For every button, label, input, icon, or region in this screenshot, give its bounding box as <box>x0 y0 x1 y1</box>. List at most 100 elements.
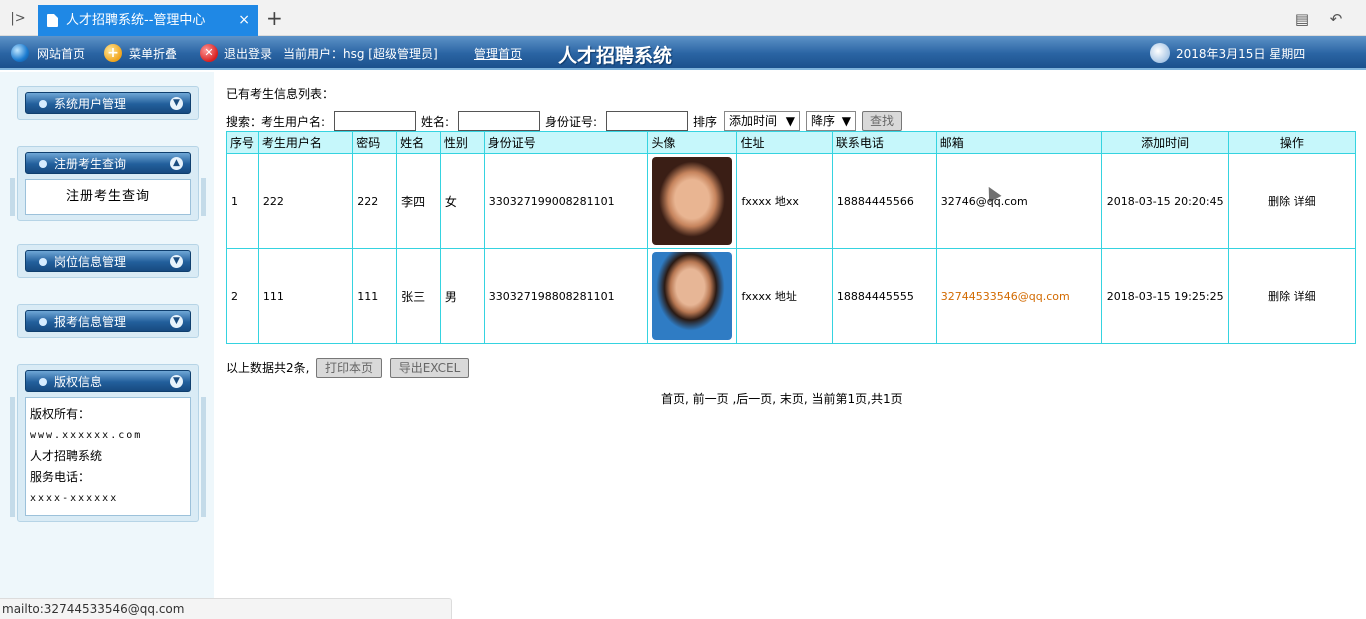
toggle-menu-link[interactable]: 菜单折叠 <box>129 45 177 62</box>
cell-username: 222 <box>257 153 354 249</box>
app-header: 网站首页 + 菜单折叠 ✕ 退出登录 当前用户：hsg [超级管理员] 管理首页… <box>0 36 1366 70</box>
sort-order-select[interactable]: 降序 ▼ <box>806 111 856 131</box>
cell-email[interactable]: 32744533546@qq.com <box>935 248 1103 344</box>
menu-header-positions[interactable]: 岗位信息管理 ▼ <box>25 250 191 272</box>
column-header: 序号 <box>226 131 259 154</box>
menu-header-system-users[interactable]: 系统用户管理 ▼ <box>25 92 191 114</box>
menu-header-label: 注册考生查询 <box>54 157 127 171</box>
dropdown-arrow-icon: ▼ <box>841 114 851 128</box>
browser-status-bar: mailto:32744533546@qq.com <box>0 598 452 619</box>
username-search-input[interactable] <box>334 111 416 131</box>
candidates-table: 序号 考生用户名 密码 姓名 性别 身份证号 头像 住址 联系电话 邮箱 添加时… <box>226 131 1357 344</box>
app-title: 人才招聘系统 <box>558 45 673 67</box>
service-phone-label: 服务电话： <box>30 470 91 484</box>
menu-group-system-users: 系统用户管理 ▼ <box>17 86 199 120</box>
page-icon <box>47 14 58 27</box>
menu-header-label: 系统用户管理 <box>54 97 127 111</box>
cell-actions: 删除 详细 <box>1227 248 1357 344</box>
column-header: 身份证号 <box>483 131 649 154</box>
new-tab-icon[interactable]: + <box>266 8 283 28</box>
cell-gender: 女 <box>439 153 485 249</box>
date-icon <box>1150 43 1170 63</box>
chevron-down-icon: ▼ <box>170 375 183 388</box>
sidebar-toggle-icon[interactable]: |> <box>8 9 28 29</box>
id-label: 身份证号: <box>545 115 598 129</box>
pagination[interactable]: 首页, 前一页 ,后一页, 末页, 当前第1页,共1页 <box>661 390 903 407</box>
copyright-owner-label: 版权所有： <box>30 407 91 421</box>
sidebar-rail <box>10 397 15 517</box>
site-home-link[interactable]: 网站首页 <box>37 45 85 62</box>
cell-password: 111 <box>352 248 398 344</box>
avatar <box>652 252 733 340</box>
menu-header-copyright[interactable]: 版权信息 ▼ <box>25 370 191 392</box>
sort-label: 排序 <box>693 115 718 129</box>
admin-home-link[interactable]: 管理首页 <box>474 45 522 62</box>
sort-field-value: 添加时间 <box>729 114 778 128</box>
menu-group-positions: 岗位信息管理 ▼ <box>17 244 199 278</box>
sort-order-value: 降序 <box>811 114 836 128</box>
id-search-input[interactable] <box>606 111 688 131</box>
column-header: 联系电话 <box>831 131 937 154</box>
cell-email[interactable]: 32746@qq.com <box>935 153 1103 249</box>
name-label: 姓名: <box>421 115 450 129</box>
avatar <box>652 157 733 245</box>
detail-link[interactable]: 详细 <box>1294 195 1316 208</box>
username-label: 考生用户名: <box>261 115 326 129</box>
undo-icon[interactable]: ↶ <box>1326 9 1346 29</box>
column-header: 头像 <box>647 131 738 154</box>
search-button[interactable]: 查找 <box>862 111 902 131</box>
chevron-down-icon: ▼ <box>170 97 183 110</box>
close-icon[interactable]: × <box>238 5 250 36</box>
record-count: 以上数据共2条, <box>226 361 310 375</box>
cell-added-time: 2018-03-15 20:20:45 <box>1101 153 1229 249</box>
cell-name: 张三 <box>396 248 441 344</box>
menu-header-label: 版权信息 <box>54 375 103 389</box>
globe-icon <box>11 44 29 62</box>
column-header: 性别 <box>439 131 485 154</box>
menu-header-applications[interactable]: 报考信息管理 ▼ <box>25 310 191 332</box>
dropdown-arrow-icon: ▼ <box>785 114 795 128</box>
search-label: 搜索： <box>226 115 263 129</box>
cell-avatar <box>647 248 738 344</box>
sidebar-rail <box>201 178 206 216</box>
cell-phone: 18884445555 <box>831 248 937 344</box>
column-header: 操作 <box>1227 131 1357 154</box>
submenu: 注册考生查询 <box>25 179 191 215</box>
extensions-icon[interactable]: ▤ <box>1292 9 1312 29</box>
detail-link[interactable]: 详细 <box>1294 290 1316 303</box>
delete-link[interactable]: 删除 <box>1268 195 1290 208</box>
bullet-icon <box>39 100 47 108</box>
name-search-input[interactable] <box>458 111 540 131</box>
sidebar-rail <box>201 397 206 517</box>
column-header: 添加时间 <box>1101 131 1229 154</box>
sidebar-rail <box>10 178 15 216</box>
copyright-info: 版权所有： www.xxxxxx.com 人才招聘系统 服务电话： xxxx-x… <box>25 397 191 516</box>
cell-no: 1 <box>226 153 259 249</box>
cell-avatar <box>647 153 738 249</box>
cell-name: 李四 <box>396 153 441 249</box>
column-header: 姓名 <box>396 131 441 154</box>
cell-password: 222 <box>352 153 398 249</box>
delete-link[interactable]: 删除 <box>1268 290 1290 303</box>
logout-icon: ✕ <box>200 44 218 62</box>
column-header: 密码 <box>352 131 398 154</box>
export-excel-button[interactable]: 导出EXCEL <box>390 358 469 378</box>
sort-field-select[interactable]: 添加时间 ▼ <box>724 111 800 131</box>
cell-id-number: 330327199008281101 <box>483 153 649 249</box>
list-title: 已有考生信息列表： <box>226 87 335 101</box>
menu-group-applications: 报考信息管理 ▼ <box>17 304 199 338</box>
table-row: 2 111 111 张三 男 330327198808281101 fxxxx … <box>226 248 1357 344</box>
print-button[interactable]: 打印本页 <box>316 358 382 378</box>
browser-tab-active[interactable]: 人才招聘系统--管理中心 × <box>38 5 258 36</box>
bullet-icon <box>39 160 47 168</box>
submenu-item-candidate-query[interactable]: 注册考生查询 <box>26 180 190 214</box>
menu-group-registered-candidates: 注册考生查询 ▲ 注册考生查询 <box>17 146 199 221</box>
header-date: 2018年3月15日 星期四 <box>1176 47 1306 61</box>
menu-header-registered-candidates[interactable]: 注册考生查询 ▲ <box>25 152 191 174</box>
bullet-icon <box>39 318 47 326</box>
menu-header-label: 报考信息管理 <box>54 315 127 329</box>
menu-header-label: 岗位信息管理 <box>54 255 127 269</box>
chevron-down-icon: ▼ <box>170 315 183 328</box>
tab-title: 人才招聘系统--管理中心 <box>66 13 206 28</box>
logout-link[interactable]: 退出登录 <box>224 45 272 62</box>
